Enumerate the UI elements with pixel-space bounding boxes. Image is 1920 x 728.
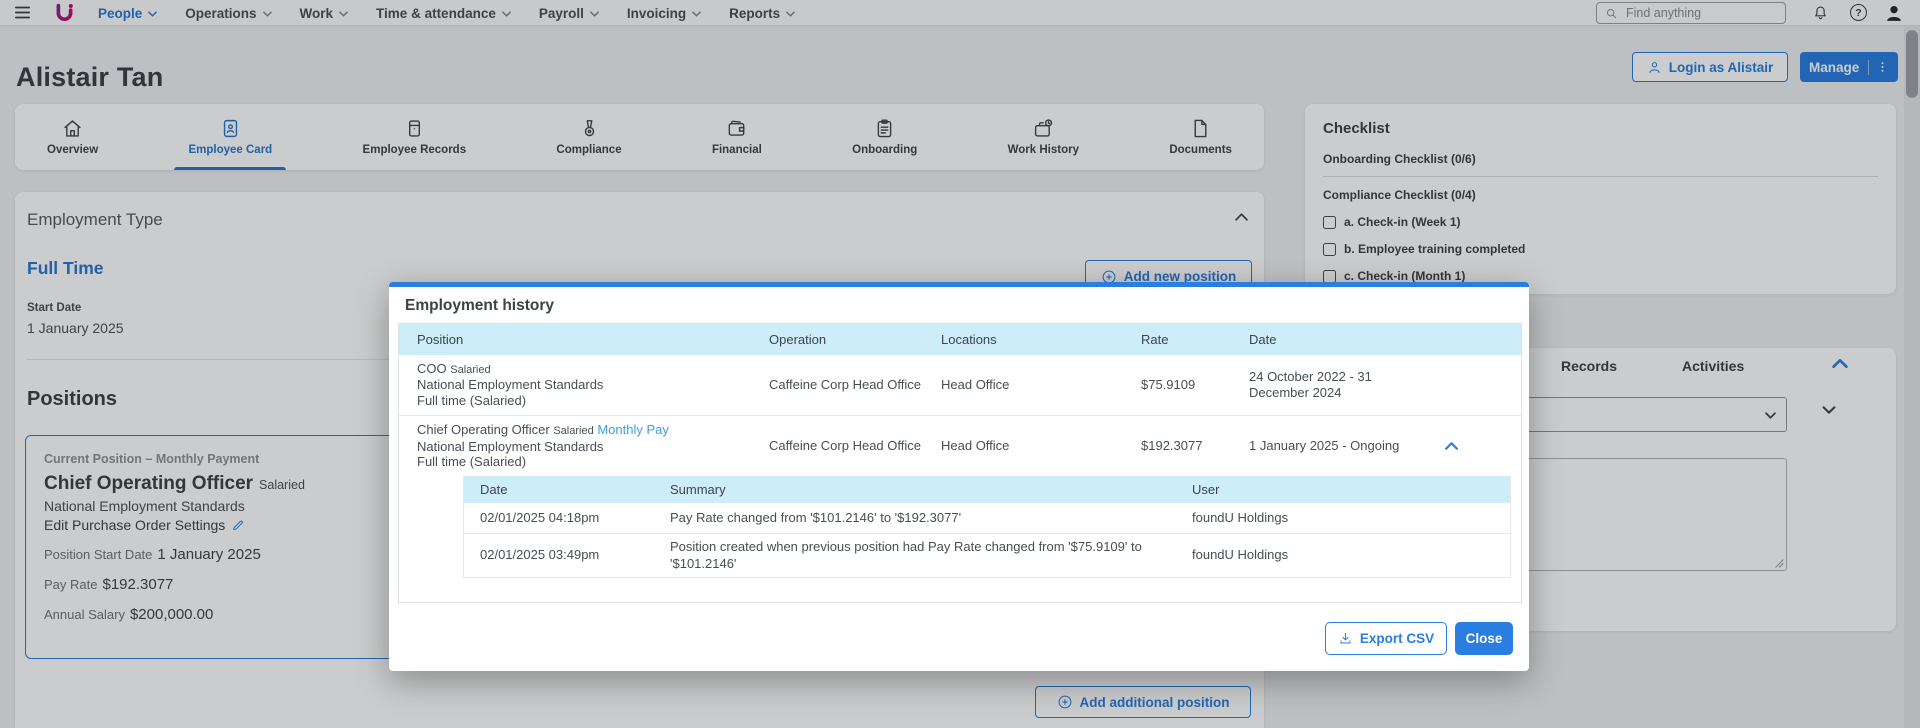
- locations-cell: Head Office: [941, 371, 1141, 399]
- rate-cell: $192.3077: [1141, 432, 1249, 460]
- modal-footer: Export CSV Close: [1325, 622, 1513, 655]
- subtable-row: 02/01/2025 03:49pm Position created when…: [464, 534, 1510, 577]
- position-award: National Employment Standards: [417, 377, 755, 393]
- history-date: 02/01/2025 03:49pm: [464, 542, 670, 568]
- column-header: Rate: [1141, 326, 1249, 354]
- subtable-header-row: Date Summary User: [464, 476, 1510, 503]
- history-summary: Pay Rate changed from '$101.2146' to '$1…: [670, 505, 1192, 531]
- history-summary: Position created when previous position …: [670, 534, 1192, 577]
- position-basis: Full time (Salaried): [417, 454, 755, 470]
- column-header: Operation: [769, 326, 941, 354]
- position-cell: Chief Operating Officer Salaried Monthly…: [399, 416, 769, 476]
- close-button[interactable]: Close: [1455, 622, 1513, 655]
- column-header: User: [1192, 477, 1510, 503]
- position-title: Chief Operating Officer: [417, 422, 550, 437]
- column-header: Locations: [941, 326, 1141, 354]
- operation-cell: Caffeine Corp Head Office: [769, 371, 941, 399]
- history-user: foundU Holdings: [1192, 542, 1510, 568]
- table-row: Chief Operating Officer Salaried Monthly…: [399, 416, 1521, 476]
- subtable-row: 02/01/2025 04:18pm Pay Rate changed from…: [464, 503, 1510, 534]
- table-bottom-spacer: [399, 578, 1521, 602]
- column-header: Date: [1249, 326, 1437, 354]
- table-header-row: Position Operation Locations Rate Date: [399, 324, 1521, 355]
- position-pay-type: Salaried: [553, 425, 593, 437]
- position-history-subtable: Date Summary User 02/01/2025 04:18pm Pay…: [463, 476, 1511, 578]
- monthly-pay-link[interactable]: Monthly Pay: [597, 422, 669, 437]
- column-header: Date: [464, 477, 670, 503]
- download-icon: [1338, 631, 1353, 646]
- position-title: COO: [417, 361, 447, 376]
- employment-history-modal: Employment history Position Operation Lo…: [389, 282, 1529, 671]
- column-header: Position: [399, 326, 769, 354]
- column-header-empty: [1437, 334, 1521, 346]
- position-basis: Full time (Salaried): [417, 393, 755, 409]
- column-header: Summary: [670, 477, 1192, 503]
- rate-cell: $75.9109: [1141, 371, 1249, 399]
- locations-cell: Head Office: [941, 432, 1141, 460]
- position-cell: COO Salaried National Employment Standar…: [399, 355, 769, 415]
- app-screen: People Operations Work Time & attendance…: [0, 0, 1920, 728]
- date-cell: 1 January 2025 - Ongoing: [1249, 432, 1437, 460]
- collapse-row-chevron-up-icon[interactable]: [1437, 436, 1521, 456]
- position-pay-type: Salaried: [450, 364, 490, 376]
- employment-history-table: Position Operation Locations Rate Date C…: [398, 323, 1522, 603]
- history-user: foundU Holdings: [1192, 505, 1510, 531]
- export-csv-button[interactable]: Export CSV: [1325, 622, 1447, 655]
- table-row: COO Salaried National Employment Standar…: [399, 355, 1521, 416]
- export-csv-label: Export CSV: [1360, 631, 1434, 646]
- modal-title: Employment history: [389, 287, 1529, 322]
- position-award: National Employment Standards: [417, 439, 755, 455]
- date-cell: 24 October 2022 - 31 December 2024: [1249, 363, 1437, 407]
- expand-cell: [1437, 379, 1521, 391]
- history-date: 02/01/2025 04:18pm: [464, 505, 670, 531]
- operation-cell: Caffeine Corp Head Office: [769, 432, 941, 460]
